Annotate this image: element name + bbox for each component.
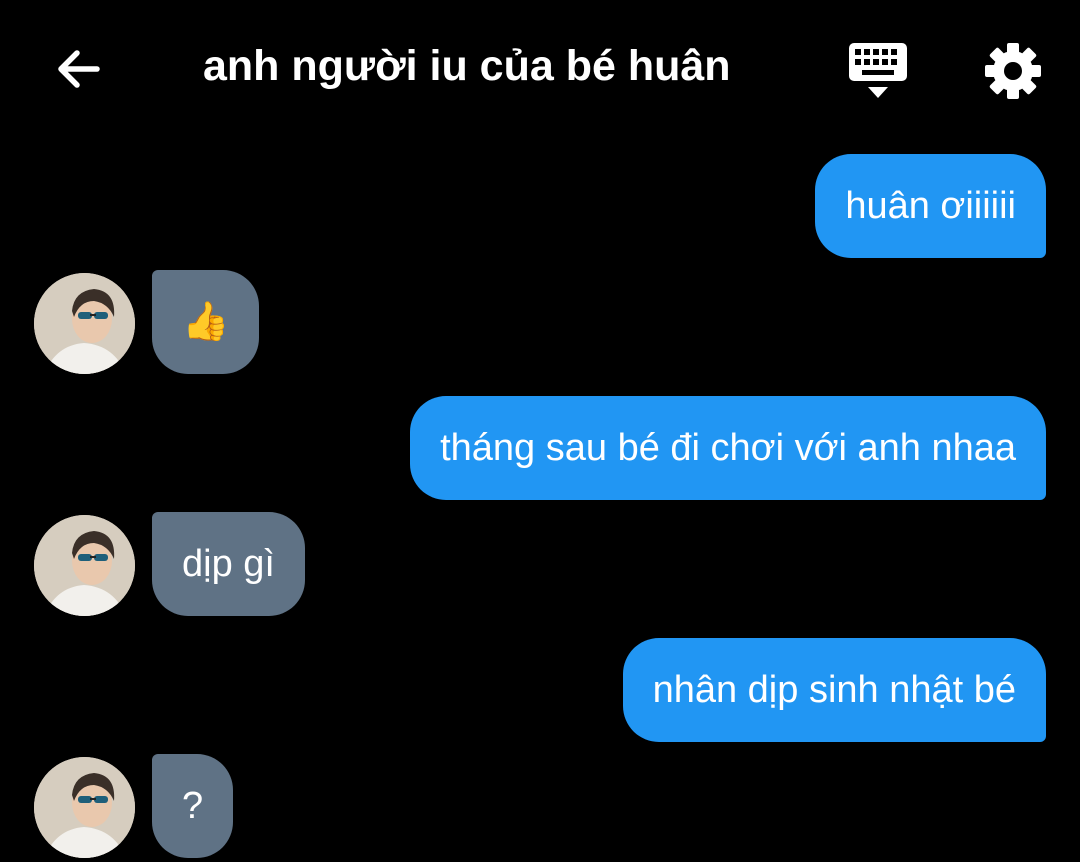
message-bubble-incoming[interactable]: dịp gì xyxy=(152,512,305,616)
keyboard-icon xyxy=(849,43,907,98)
settings-button[interactable] xyxy=(982,40,1044,102)
avatar[interactable] xyxy=(34,515,135,616)
avatar-photo xyxy=(34,273,135,374)
message-text: tháng sau bé đi chơi với anh nhaa xyxy=(440,427,1016,469)
gear-icon xyxy=(985,43,1041,99)
header-bar: anh người iu của bé huân xyxy=(0,0,1080,135)
keyboard-toggle-button[interactable] xyxy=(846,40,910,102)
avatar-photo xyxy=(34,515,135,616)
message-text: huân ơiiiiii xyxy=(845,185,1016,227)
message-text: dịp gì xyxy=(182,543,275,585)
message-bubble-outgoing[interactable]: huân ơiiiiii xyxy=(815,154,1046,258)
avatar-photo xyxy=(34,757,135,858)
arrow-left-icon xyxy=(58,50,100,88)
message-text: ? xyxy=(182,785,204,827)
message-bubble-outgoing[interactable]: nhân dịp sinh nhật bé xyxy=(622,638,1046,742)
message-text: 👍 xyxy=(182,301,230,343)
avatar[interactable] xyxy=(34,757,135,858)
chat-title: anh người iu của bé huân xyxy=(203,42,731,90)
message-text: nhân dịp sinh nhật bé xyxy=(652,669,1016,711)
avatar[interactable] xyxy=(34,273,135,374)
message-bubble-incoming[interactable]: 👍 xyxy=(152,270,260,374)
message-bubble-incoming[interactable]: ? xyxy=(152,754,234,858)
message-bubble-outgoing[interactable]: tháng sau bé đi chơi với anh nhaa xyxy=(410,396,1046,500)
back-button[interactable] xyxy=(50,40,108,98)
